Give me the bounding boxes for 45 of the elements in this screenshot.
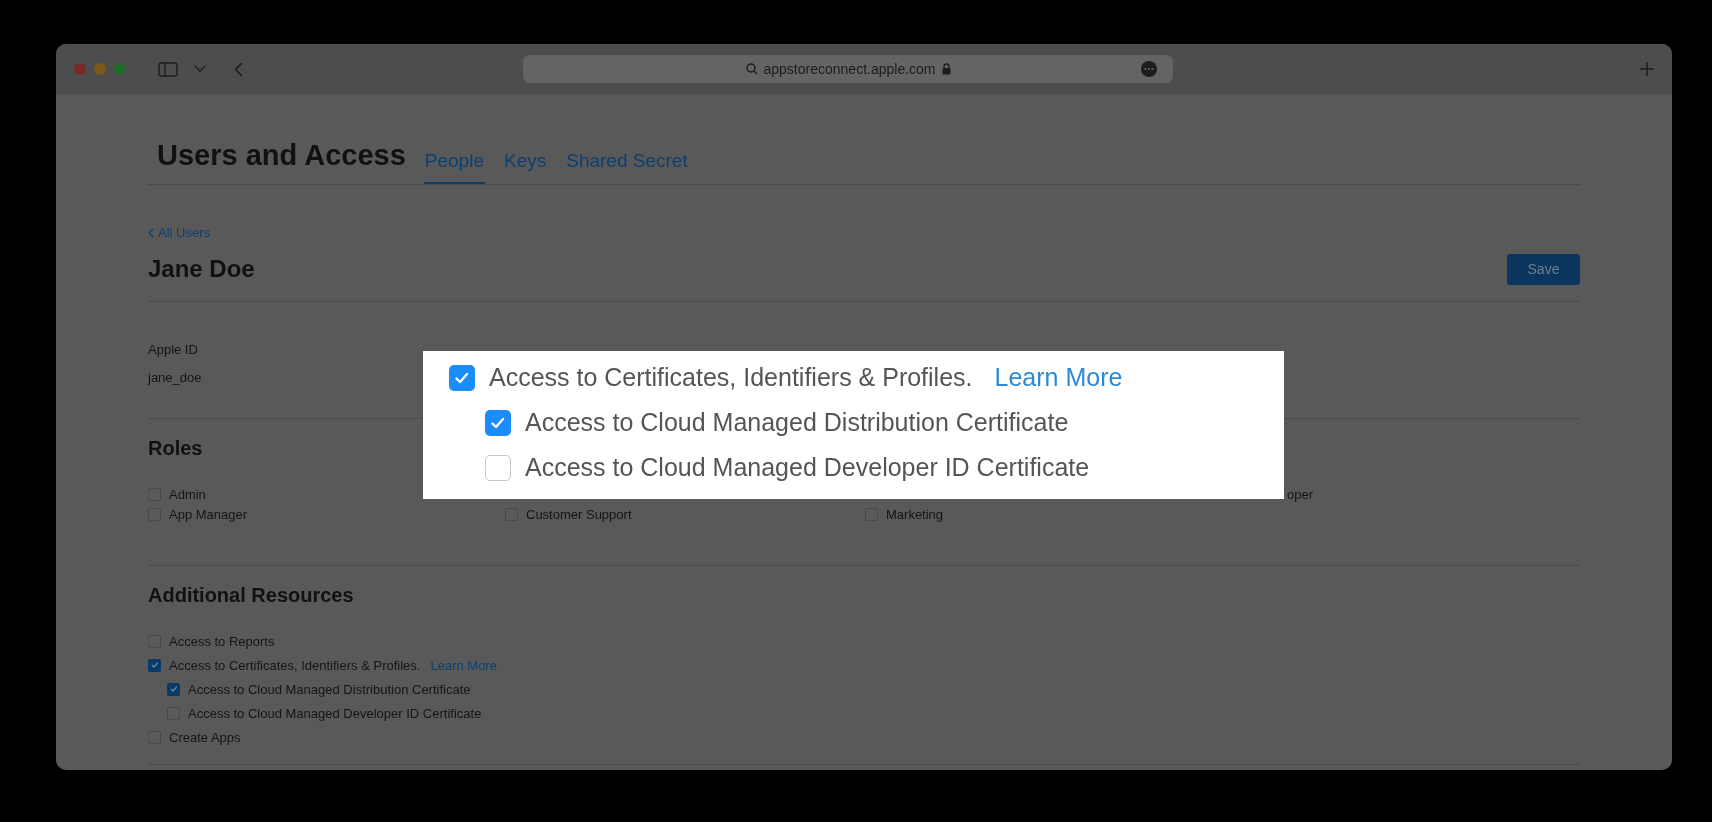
close-icon[interactable] [74, 63, 86, 75]
search-icon [745, 63, 758, 75]
role-label: oper [1287, 486, 1314, 502]
chevron-down-icon[interactable] [194, 65, 206, 73]
field-label: Apple ID [148, 341, 198, 357]
checkbox[interactable] [449, 364, 475, 391]
minimize-icon[interactable] [94, 63, 106, 75]
option-label: Access to Certificates, Identifiers & Profiles. [169, 657, 421, 673]
option-label: Access to Certificates, Identifiers & Profiles. [489, 363, 973, 392]
role-label: Marketing [886, 506, 944, 522]
option-label: Access to Cloud Managed Distribution Certificate [525, 408, 1069, 437]
learn-more-link[interactable]: Learn More [994, 363, 1123, 392]
page-title: Users and Access [157, 139, 406, 172]
chevron-left-icon [148, 227, 154, 238]
option-label: Access to Cloud Managed Distribution Certificate [188, 681, 471, 697]
tab[interactable]: Keys [502, 150, 548, 184]
address-bar[interactable]: appstoreconnect.apple.com [523, 55, 1173, 83]
lock-icon [941, 63, 951, 75]
check-icon [150, 661, 159, 669]
checkbox[interactable] [148, 658, 161, 672]
checkbox[interactable] [485, 409, 511, 436]
back-icon[interactable] [234, 61, 243, 77]
option-label: Access to Cloud Managed Developer ID Certificate [525, 453, 1090, 482]
plus-icon[interactable] [1640, 62, 1654, 76]
field-value: jane_doe [148, 369, 202, 385]
option-label: Access to Cloud Managed Developer ID Certificate [188, 705, 482, 721]
role-label: App Manager [169, 506, 248, 522]
back-link[interactable]: All Users [148, 225, 210, 240]
role-label: Admin [169, 486, 206, 502]
sidebar-icon[interactable] [158, 61, 178, 77]
zoom-icon[interactable] [114, 63, 126, 75]
url-text: appstoreconnect.apple.com [763, 61, 936, 77]
save-button[interactable]: Save [1507, 253, 1580, 285]
role-label: Customer Support [526, 506, 632, 522]
option-label: Create Apps [169, 729, 241, 745]
tab[interactable]: People [423, 150, 485, 184]
section-title: Additional Resources [148, 583, 355, 607]
tab[interactable]: Shared Secret [565, 150, 689, 184]
more-icon[interactable] [1141, 61, 1157, 77]
option-label: Access to Reports [169, 633, 275, 649]
check-icon [169, 685, 178, 693]
user-name: Jane Doe [148, 255, 255, 283]
checkbox[interactable] [167, 682, 180, 696]
section-title: Roles [148, 436, 204, 460]
learn-more-link[interactable]: Learn More [430, 657, 497, 673]
